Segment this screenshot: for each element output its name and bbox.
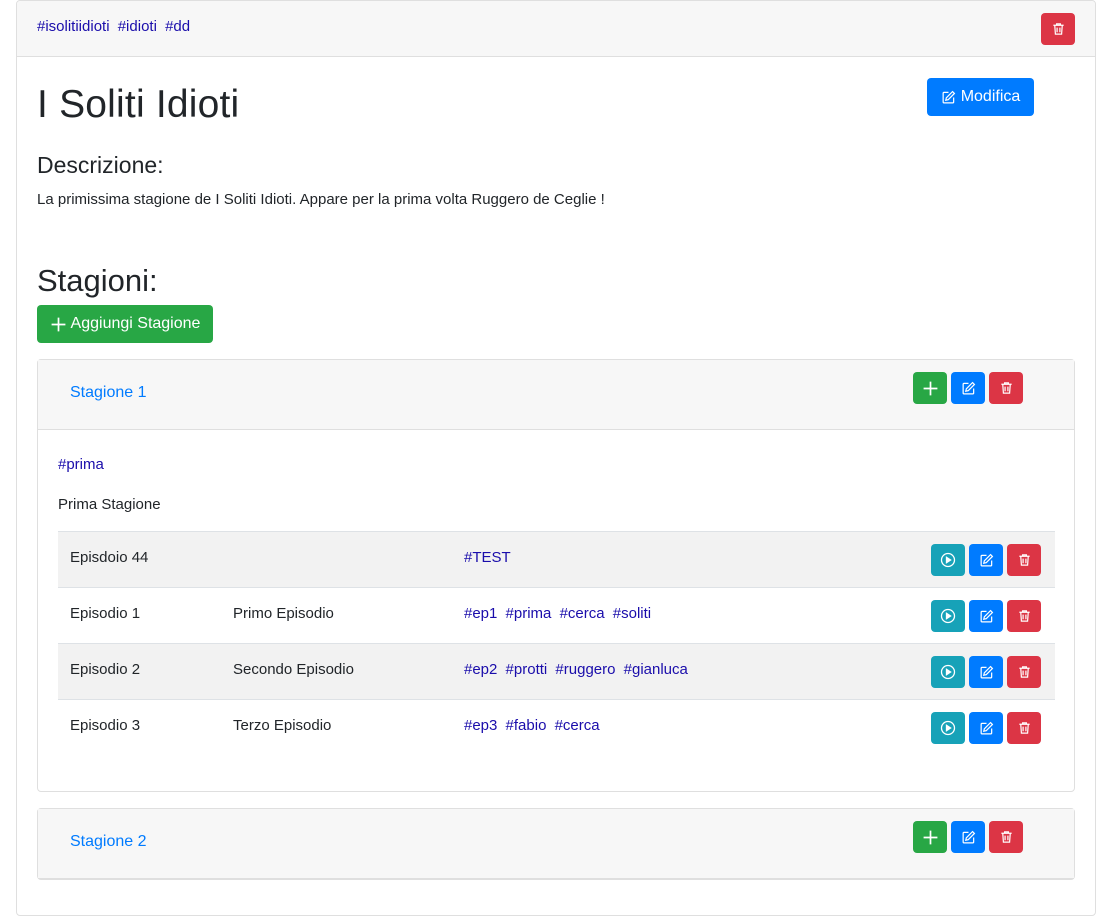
edit-icon [980, 721, 993, 734]
episode-tag[interactable]: #ruggero [555, 661, 615, 678]
series-card-header: #isolitiidioti #idioti #dd [17, 1, 1095, 57]
episode-name: Episodio 1 [70, 605, 141, 622]
episode-row: Episodio 1 Primo Episodio #ep1 #prima #c… [58, 587, 1055, 643]
play-episode-button[interactable] [931, 600, 965, 632]
edit-series-button[interactable]: Modifica [927, 78, 1034, 116]
description-heading: Descrizione: [37, 152, 164, 178]
series-tag[interactable]: #idioti [118, 18, 157, 35]
episode-name: Episodio 3 [70, 717, 141, 734]
edit-season-button[interactable] [951, 821, 985, 853]
trash-icon [1000, 831, 1012, 843]
season-card: Stagione 1 #prima Prima Stagione Episdoi… [37, 359, 1075, 792]
episode-description: Terzo Episodio [233, 717, 332, 734]
delete-episode-button[interactable] [1007, 712, 1041, 744]
edit-episode-button[interactable] [969, 656, 1003, 688]
play-episode-button[interactable] [931, 656, 965, 688]
season-title-link[interactable]: Stagione 2 [70, 833, 147, 851]
add-season-button[interactable]: Aggiungi Stagione [37, 305, 213, 343]
season-description: Prima Stagione [58, 496, 161, 513]
series-tags: #isolitiidioti #idioti #dd [37, 18, 190, 35]
episode-tag[interactable]: #cerca [555, 717, 600, 734]
edit-episode-button[interactable] [969, 600, 1003, 632]
episode-tag[interactable]: #prima [506, 605, 552, 622]
delete-episode-button[interactable] [1007, 600, 1041, 632]
delete-season-button[interactable] [989, 821, 1023, 853]
edit-icon [962, 381, 975, 394]
play-episode-button[interactable] [931, 544, 965, 576]
episode-tags: #TEST [464, 549, 511, 566]
season-header: Stagione 1 [38, 360, 1074, 430]
episode-tags: #ep3 #fabio #cerca [464, 717, 600, 734]
episode-tag[interactable]: #protti [506, 661, 548, 678]
edit-icon [980, 609, 993, 622]
edit-episode-button[interactable] [969, 544, 1003, 576]
trash-icon [1052, 23, 1064, 35]
episode-name: Episodio 2 [70, 661, 141, 678]
series-tag[interactable]: #dd [165, 18, 190, 35]
trash-icon [1018, 610, 1030, 622]
edit-icon [942, 90, 955, 103]
plus-icon [923, 381, 937, 395]
series-card: #isolitiidioti #idioti #dd I Soliti Idio… [16, 0, 1096, 916]
delete-season-button[interactable] [989, 372, 1023, 404]
delete-episode-button[interactable] [1007, 544, 1041, 576]
play-icon [940, 664, 956, 680]
episode-tag[interactable]: #ep3 [464, 717, 497, 734]
seasons-heading: Stagioni: [37, 263, 158, 298]
episode-row: Episdoio 44 #TEST [58, 531, 1055, 587]
plus-icon [51, 317, 65, 331]
season-tags: #prima [58, 456, 104, 473]
episode-description: Primo Episodio [233, 605, 334, 622]
play-episode-button[interactable] [931, 712, 965, 744]
episode-tag[interactable]: #fabio [506, 717, 547, 734]
series-tag[interactable]: #isolitiidioti [37, 18, 110, 35]
description-text: La primissima stagione de I Soliti Idiot… [37, 191, 605, 208]
play-icon [940, 552, 956, 568]
episode-tag[interactable]: #cerca [560, 605, 605, 622]
play-icon [940, 720, 956, 736]
season-title-link[interactable]: Stagione 1 [70, 384, 147, 402]
add-episode-button[interactable] [913, 372, 947, 404]
season-card: Stagione 2 [37, 808, 1075, 880]
delete-episode-button[interactable] [1007, 656, 1041, 688]
season-tag[interactable]: #prima [58, 456, 104, 473]
edit-icon [980, 665, 993, 678]
delete-series-button[interactable] [1041, 13, 1075, 45]
episode-description: Secondo Episodio [233, 661, 354, 678]
episode-tag[interactable]: #gianluca [624, 661, 688, 678]
episode-row: Episodio 2 Secondo Episodio #ep2 #protti… [58, 643, 1055, 699]
episode-tags: #ep1 #prima #cerca #soliti [464, 605, 651, 622]
plus-icon [923, 830, 937, 844]
episode-tag[interactable]: #ep2 [464, 661, 497, 678]
episode-tags: #ep2 #protti #ruggero #gianluca [464, 661, 688, 678]
episode-row: Episodio 3 Terzo Episodio #ep3 #fabio #c… [58, 699, 1055, 755]
edit-series-label: Modifica [960, 88, 1021, 105]
episode-tag[interactable]: #TEST [464, 549, 511, 566]
edit-icon [962, 830, 975, 843]
edit-episode-button[interactable] [969, 712, 1003, 744]
season-header: Stagione 2 [38, 809, 1074, 879]
play-icon [940, 608, 956, 624]
episode-tag[interactable]: #ep1 [464, 605, 497, 622]
episode-name: Episdoio 44 [70, 549, 149, 566]
trash-icon [1018, 666, 1030, 678]
edit-icon [980, 553, 993, 566]
add-episode-button[interactable] [913, 821, 947, 853]
edit-season-button[interactable] [951, 372, 985, 404]
episode-tag[interactable]: #soliti [613, 605, 651, 622]
trash-icon [1000, 382, 1012, 394]
page-title: I Soliti Idioti [37, 83, 240, 126]
trash-icon [1018, 722, 1030, 734]
trash-icon [1018, 554, 1030, 566]
add-season-label: Aggiungi Stagione [70, 315, 201, 332]
